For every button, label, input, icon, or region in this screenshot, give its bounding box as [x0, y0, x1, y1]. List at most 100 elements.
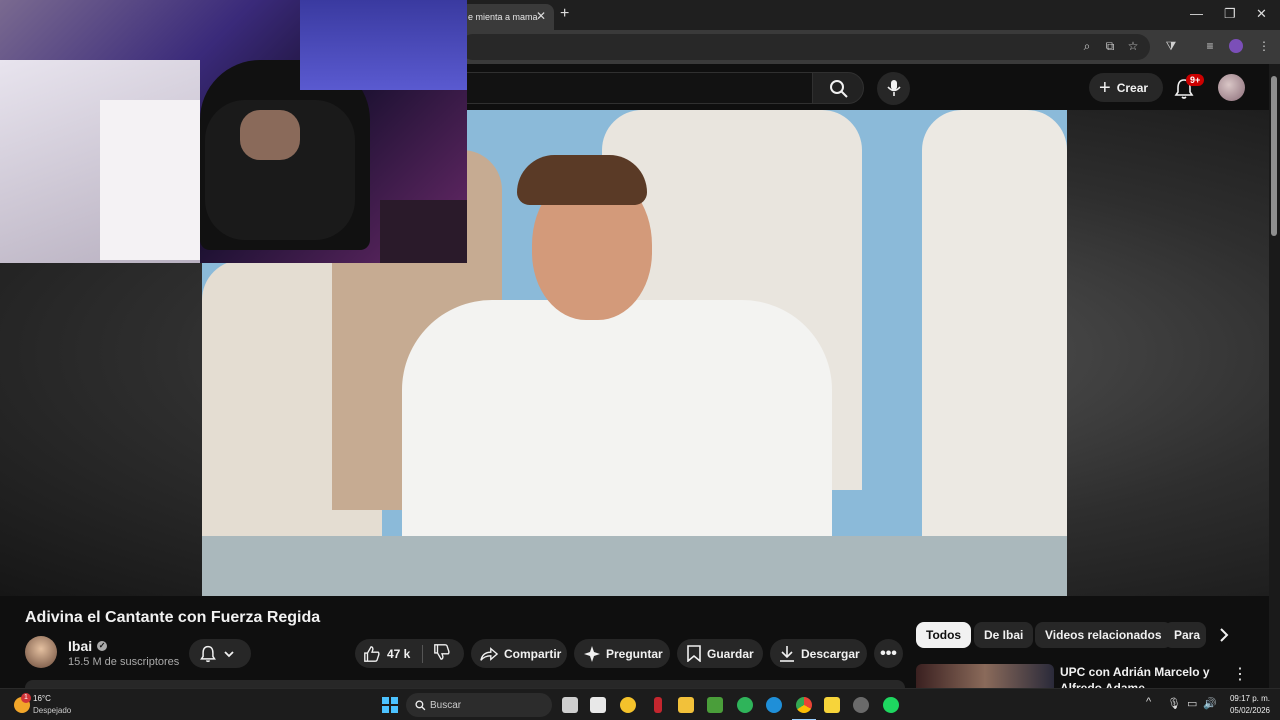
store-icon[interactable]: [590, 697, 606, 713]
system-clock[interactable]: 09:17 p. m. 05/02/2026: [1218, 693, 1270, 717]
like-dislike-group: 47 k: [355, 639, 464, 668]
weather-temperature: 16°C: [33, 694, 51, 703]
related-more-icon[interactable]: ⋮: [1232, 664, 1248, 684]
webcam-plush-shelf: [300, 0, 467, 90]
like-count: 47 k: [387, 646, 411, 661]
file-explorer-icon[interactable]: [678, 697, 694, 713]
menu-icon[interactable]: ⋮: [1257, 39, 1271, 53]
description-box[interactable]: [25, 680, 905, 688]
weather-description: Despejado: [33, 706, 72, 715]
video-figure: [402, 300, 832, 540]
whatsapp-icon[interactable]: [737, 697, 753, 713]
related-video-thumbnail[interactable]: [916, 664, 1054, 688]
zoom-icon[interactable]: ⌕: [1080, 39, 1094, 53]
profile-icon[interactable]: [1229, 39, 1243, 53]
plus-icon: +: [1099, 76, 1111, 99]
maximize-icon[interactable]: ❐: [1224, 6, 1236, 22]
verified-icon: ✓: [97, 641, 108, 651]
task-view-icon[interactable]: [562, 697, 578, 713]
ask-button[interactable]: Preguntar: [574, 639, 670, 668]
chevron-right-icon[interactable]: [1216, 627, 1232, 643]
ask-label: Preguntar: [606, 646, 663, 661]
microphone-icon[interactable]: 🎙: [1167, 697, 1181, 710]
like-divider: [422, 644, 424, 663]
chip-todos[interactable]: Todos: [916, 622, 972, 648]
app-icon-gray[interactable]: [853, 697, 869, 713]
search-icon: [830, 80, 848, 98]
sticky-notes-icon[interactable]: [824, 697, 840, 713]
webcam-hands: [240, 110, 300, 160]
create-label: Crear: [1116, 80, 1149, 95]
taskbar-search-placeholder: Buscar: [430, 699, 462, 711]
minimize-icon[interactable]: —: [1190, 6, 1203, 21]
bookmark-star-icon[interactable]: ☆: [1126, 39, 1140, 53]
more-actions-button[interactable]: •••: [874, 639, 903, 668]
create-button[interactable]: + Crear: [1089, 73, 1163, 102]
search-icon: [415, 700, 426, 711]
dislike-button[interactable]: [433, 643, 457, 664]
subscriber-count: 15.5 M de suscriptores: [68, 656, 180, 668]
volume-icon[interactable]: 🔊: [1203, 697, 1217, 710]
video-figure: [922, 110, 1067, 540]
media-control-icon[interactable]: ≡: [1203, 39, 1217, 53]
bell-icon: [200, 645, 216, 662]
chip-videos-relacionados[interactable]: Videos relacionados: [1035, 622, 1172, 648]
bookmark-icon: [687, 645, 701, 662]
close-tab-icon[interactable]: ✕: [536, 9, 546, 23]
webcam-shelf: [100, 100, 200, 260]
sparkle-icon: [584, 645, 600, 662]
scrollbar-thumb[interactable]: [1271, 76, 1277, 236]
chip-de-ibai[interactable]: De Ibai: [974, 622, 1034, 648]
channel-name-text: Ibai: [68, 638, 93, 654]
video-title: Adivina el Cantante con Fuerza Regida: [25, 609, 321, 626]
microphone-icon: [887, 80, 901, 96]
close-window-icon[interactable]: ✕: [1256, 6, 1267, 22]
chip-para[interactable]: Para: [1164, 622, 1206, 648]
search-input[interactable]: [460, 72, 812, 104]
tab-title: e mienta a mama: [468, 12, 538, 22]
chevron-down-icon: [224, 650, 234, 657]
network-icon[interactable]: ▭: [1187, 697, 1197, 710]
edge-icon[interactable]: [766, 697, 782, 713]
like-button[interactable]: 47 k: [363, 645, 410, 663]
webcam-desk: [380, 200, 467, 263]
page-scrollbar[interactable]: [1269, 64, 1280, 688]
taskbar-search-input[interactable]: Buscar: [406, 693, 552, 717]
chrome-icon[interactable]: [796, 697, 812, 713]
video-table: [202, 536, 1067, 596]
subscription-bell-button[interactable]: [189, 639, 251, 668]
download-button[interactable]: Descargar: [770, 639, 867, 668]
spotify-icon[interactable]: [883, 697, 899, 713]
user-avatar[interactable]: [1218, 74, 1245, 101]
cast-icon[interactable]: ⧉: [1103, 39, 1117, 53]
thumbs-down-icon: [434, 644, 450, 660]
share-button[interactable]: Compartir: [471, 639, 567, 668]
share-label: Compartir: [504, 646, 562, 661]
minecraft-icon[interactable]: [707, 697, 723, 713]
url-input[interactable]: [460, 34, 1150, 60]
new-tab-button[interactable]: +: [560, 5, 569, 23]
webcam-overlay: [0, 0, 467, 263]
clock-date: 05/02/2026: [1229, 706, 1270, 715]
channel-avatar[interactable]: [25, 636, 57, 668]
save-label: Guardar: [707, 646, 754, 661]
download-label: Descargar: [801, 646, 860, 661]
clock-time: 09:17 p. m.: [1229, 694, 1270, 703]
extensions-icon[interactable]: ⧩: [1164, 39, 1178, 53]
download-icon: [780, 645, 794, 662]
save-button[interactable]: Guardar: [677, 639, 763, 668]
netflix-icon[interactable]: [654, 697, 662, 713]
notification-badge: 9+: [1186, 74, 1205, 86]
notifications-button[interactable]: 9+: [1172, 74, 1205, 100]
voice-search-button[interactable]: [877, 72, 910, 105]
more-horizontal-icon: •••: [880, 644, 897, 662]
related-video-title[interactable]: UPC con Adrián Marcelo y Alfredo Adame: [1060, 664, 1230, 688]
windows-start-icon[interactable]: [382, 697, 398, 713]
search-button[interactable]: [812, 72, 864, 104]
video-hair: [517, 155, 647, 205]
thumbs-up-icon: [364, 645, 380, 662]
chevron-up-icon[interactable]: ^: [1146, 696, 1151, 708]
app-icon-yellow[interactable]: [620, 697, 636, 713]
channel-name[interactable]: Ibai ✓: [68, 638, 108, 654]
windows-taskbar: 1 16°C Despejado Buscar ^ 🎙 ▭ 🔊 09:17 p.…: [0, 688, 1280, 720]
